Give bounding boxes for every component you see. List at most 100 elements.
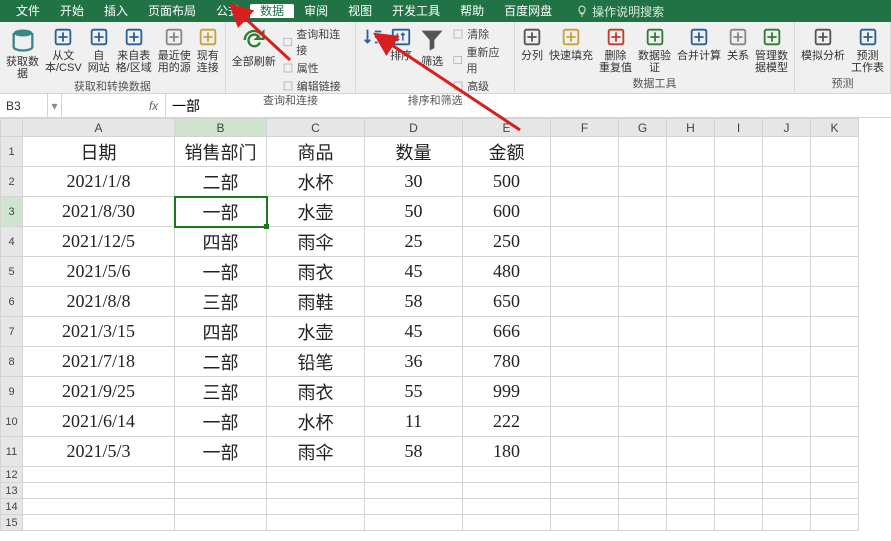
cell-E12[interactable] — [463, 467, 551, 483]
cell-H6[interactable] — [667, 287, 715, 317]
cell-J10[interactable] — [763, 407, 811, 437]
cell-G6[interactable] — [619, 287, 667, 317]
tab-公式[interactable]: 公式 — [206, 4, 250, 18]
cell-F3[interactable] — [551, 197, 619, 227]
cmd-管理数 据模型[interactable]: 管理数据模型 — [755, 26, 788, 74]
cell-I2[interactable] — [715, 167, 763, 197]
cell-A1[interactable]: 日期 — [23, 137, 175, 167]
cell-F10[interactable] — [551, 407, 619, 437]
cmd-small-重新应用[interactable]: 重新应用 — [452, 44, 508, 76]
cell-K11[interactable] — [811, 437, 859, 467]
cell-B8[interactable]: 二部 — [175, 347, 267, 377]
cell-G2[interactable] — [619, 167, 667, 197]
cell-K8[interactable] — [811, 347, 859, 377]
cell-A2[interactable]: 2021/1/8 — [23, 167, 175, 197]
cell-C5[interactable]: 雨衣 — [267, 257, 365, 287]
cell-J1[interactable] — [763, 137, 811, 167]
cmd-模拟分析[interactable]: 模拟分析 — [801, 26, 845, 62]
cell-I1[interactable] — [715, 137, 763, 167]
cell-B3[interactable]: 一部 — [175, 197, 267, 227]
col-head-E[interactable]: E — [463, 119, 551, 137]
cell-H14[interactable] — [667, 499, 715, 515]
cell-I7[interactable] — [715, 317, 763, 347]
cmd-sort-asc[interactable] — [362, 26, 384, 50]
row-head-7[interactable]: 7 — [1, 317, 23, 347]
cell-B9[interactable]: 三部 — [175, 377, 267, 407]
cell-D10[interactable]: 11 — [365, 407, 463, 437]
cell-I15[interactable] — [715, 515, 763, 531]
name-box[interactable]: B3 — [0, 94, 48, 117]
cell-E3[interactable]: 600 — [463, 197, 551, 227]
cell-F7[interactable] — [551, 317, 619, 347]
col-head-C[interactable]: C — [267, 119, 365, 137]
cell-K5[interactable] — [811, 257, 859, 287]
cell-I5[interactable] — [715, 257, 763, 287]
fx-button[interactable]: fx — [142, 94, 166, 117]
row-head-5[interactable]: 5 — [1, 257, 23, 287]
cell-K3[interactable] — [811, 197, 859, 227]
cell-B12[interactable] — [175, 467, 267, 483]
cell-C10[interactable]: 水杯 — [267, 407, 365, 437]
name-box-dropdown[interactable]: ▾ — [48, 94, 62, 117]
cell-C11[interactable]: 雨伞 — [267, 437, 365, 467]
cell-H9[interactable] — [667, 377, 715, 407]
cell-D4[interactable]: 25 — [365, 227, 463, 257]
select-all-corner[interactable] — [1, 119, 23, 137]
cmd-快速填充[interactable]: 快速填充 — [549, 26, 593, 62]
cell-A15[interactable] — [23, 515, 175, 531]
worksheet[interactable]: ABCDEFGHIJK1日期销售部门商品数量金额22021/1/8二部水杯305… — [0, 118, 891, 531]
cell-I12[interactable] — [715, 467, 763, 483]
cell-J8[interactable] — [763, 347, 811, 377]
cell-H15[interactable] — [667, 515, 715, 531]
cell-C6[interactable]: 雨鞋 — [267, 287, 365, 317]
row-head-9[interactable]: 9 — [1, 377, 23, 407]
cell-I6[interactable] — [715, 287, 763, 317]
cell-K6[interactable] — [811, 287, 859, 317]
cell-D1[interactable]: 数量 — [365, 137, 463, 167]
row-head-6[interactable]: 6 — [1, 287, 23, 317]
cmd-合并计算[interactable]: 合并计算 — [677, 26, 721, 62]
col-head-A[interactable]: A — [23, 119, 175, 137]
cell-E14[interactable] — [463, 499, 551, 515]
cell-A11[interactable]: 2021/5/3 — [23, 437, 175, 467]
cell-F5[interactable] — [551, 257, 619, 287]
col-head-D[interactable]: D — [365, 119, 463, 137]
tab-开始[interactable]: 开始 — [50, 4, 94, 18]
cell-G8[interactable] — [619, 347, 667, 377]
cell-H11[interactable] — [667, 437, 715, 467]
row-head-3[interactable]: 3 — [1, 197, 23, 227]
cell-E8[interactable]: 780 — [463, 347, 551, 377]
row-head-15[interactable]: 15 — [1, 515, 23, 531]
cell-D15[interactable] — [365, 515, 463, 531]
cell-D13[interactable] — [365, 483, 463, 499]
cell-K15[interactable] — [811, 515, 859, 531]
cell-B2[interactable]: 二部 — [175, 167, 267, 197]
cell-C3[interactable]: 水壶 — [267, 197, 365, 227]
cmd-筛选[interactable]: 筛选 — [418, 26, 446, 68]
cell-K7[interactable] — [811, 317, 859, 347]
cmd-自 网站[interactable]: 自网站 — [88, 26, 110, 74]
tab-数据[interactable]: 数据 — [250, 4, 294, 18]
cmd-删除 重复值[interactable]: 删除重复值 — [599, 26, 632, 74]
cell-A5[interactable]: 2021/5/6 — [23, 257, 175, 287]
row-head-4[interactable]: 4 — [1, 227, 23, 257]
cell-I13[interactable] — [715, 483, 763, 499]
cmd-small-属性[interactable]: 属性 — [282, 60, 349, 76]
cell-A6[interactable]: 2021/8/8 — [23, 287, 175, 317]
cell-F14[interactable] — [551, 499, 619, 515]
cell-K4[interactable] — [811, 227, 859, 257]
cell-F4[interactable] — [551, 227, 619, 257]
cell-K10[interactable] — [811, 407, 859, 437]
tab-文件[interactable]: 文件 — [6, 4, 50, 18]
cell-E9[interactable]: 999 — [463, 377, 551, 407]
tab-页面布局[interactable]: 页面布局 — [138, 4, 206, 18]
cell-D12[interactable] — [365, 467, 463, 483]
cell-J5[interactable] — [763, 257, 811, 287]
cell-D9[interactable]: 55 — [365, 377, 463, 407]
cell-E15[interactable] — [463, 515, 551, 531]
cell-H8[interactable] — [667, 347, 715, 377]
cell-A4[interactable]: 2021/12/5 — [23, 227, 175, 257]
cell-J9[interactable] — [763, 377, 811, 407]
col-head-G[interactable]: G — [619, 119, 667, 137]
col-head-F[interactable]: F — [551, 119, 619, 137]
